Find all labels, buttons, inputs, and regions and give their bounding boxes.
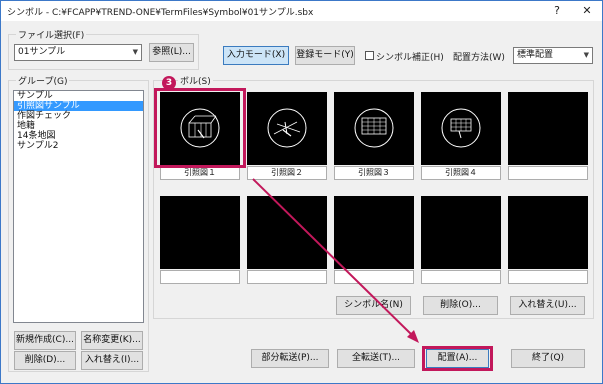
annotation-arrow-icon [252,178,419,343]
symbol-dialog: シンボル - C:¥FCAPP¥TREND-ONE¥TermFiles¥Symb… [0,0,603,384]
